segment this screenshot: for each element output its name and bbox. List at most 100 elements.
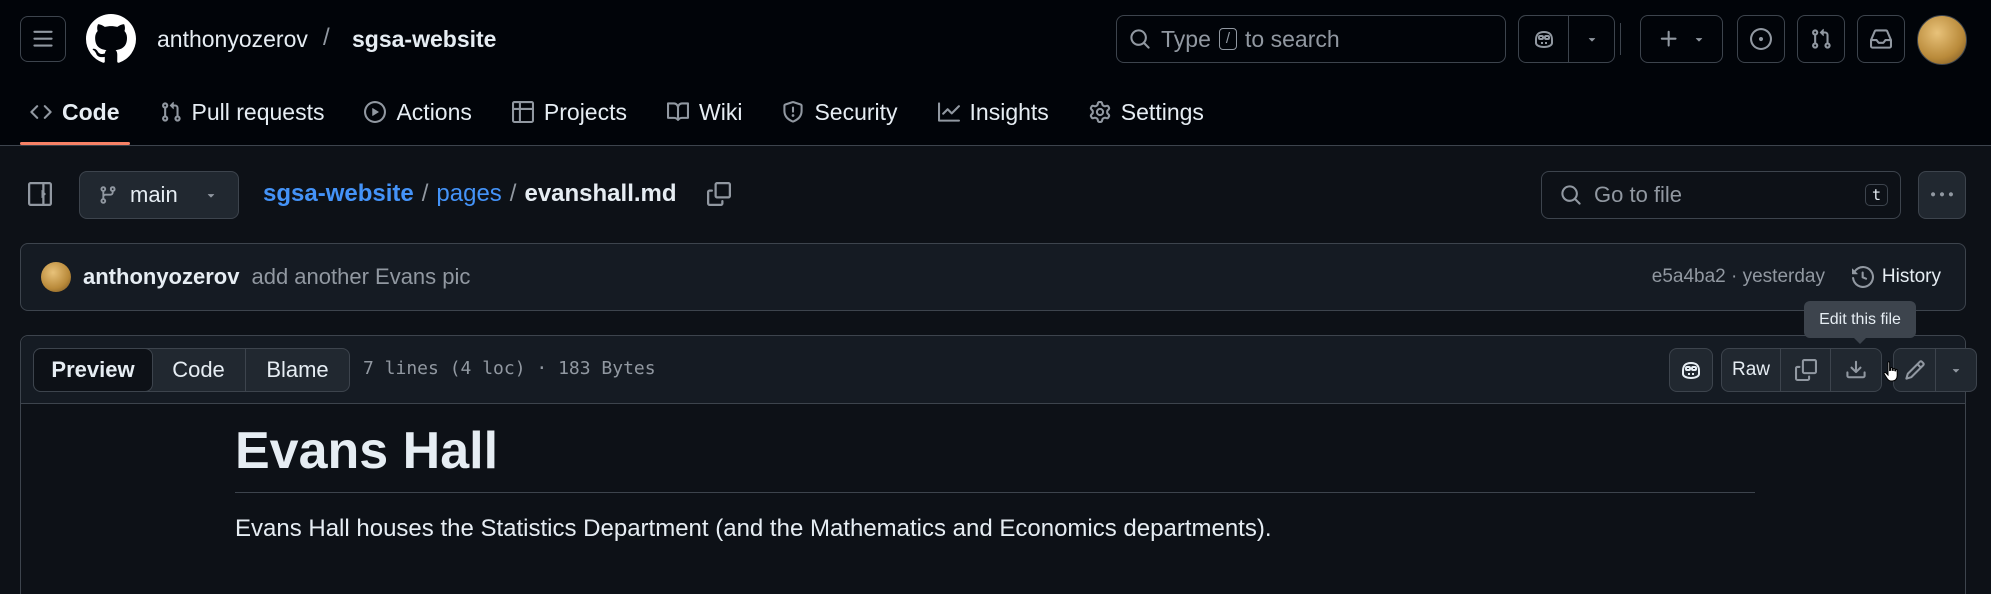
git-branch-icon <box>100 186 116 204</box>
user-avatar[interactable] <box>1917 15 1967 65</box>
blame-tab-button[interactable]: Blame <box>245 349 349 391</box>
branch-name: main <box>130 182 178 207</box>
copilot-icon <box>1534 30 1553 49</box>
tab-insights[interactable]: Insights <box>928 88 1059 136</box>
download-raw-button[interactable] <box>1831 349 1881 391</box>
path-repo-link[interactable]: sgsa-website <box>263 180 414 208</box>
download-icon <box>1846 360 1866 379</box>
path-separator: / <box>421 180 429 207</box>
commit-message-link[interactable]: add another Evans pic <box>251 264 470 290</box>
tab-settings[interactable]: Settings <box>1079 88 1214 136</box>
edit-file-tooltip: Edit this file <box>1804 301 1916 344</box>
git-pull-request-icon <box>161 101 181 122</box>
table-icon <box>511 101 534 123</box>
latest-commit-bar: anthonyozerov add another Evans pic e5a4… <box>20 243 1966 311</box>
go-to-file-input[interactable]: Go to file t <box>1541 171 1901 219</box>
copy-raw-button[interactable] <box>1781 349 1831 391</box>
markdown-paragraph: Evans Hall houses the Statistics Departm… <box>235 515 1272 542</box>
history-label: History <box>1881 266 1941 287</box>
tab-insights-label: Insights <box>969 98 1049 125</box>
preview-tab-button[interactable]: Preview <box>33 348 153 392</box>
path-separator: / <box>509 180 517 207</box>
file-view-panel: Preview Code Blame 7 lines (4 loc) · 183… <box>20 335 1977 594</box>
git-pull-request-icon <box>1812 28 1831 49</box>
tab-settings-label: Settings <box>1120 98 1204 125</box>
code-tab-button[interactable]: Code <box>152 349 245 391</box>
triangle-down-icon <box>1588 38 1595 42</box>
tab-actions[interactable]: Actions <box>354 88 481 136</box>
history-icon <box>1851 266 1874 288</box>
view-mode-segmented-control: Preview Code Blame <box>33 348 350 392</box>
search-suffix-text: to search <box>1245 25 1340 52</box>
global-search-input[interactable]: Type / to search <box>1116 15 1506 63</box>
copilot-dropdown-button[interactable] <box>1569 16 1614 62</box>
file-info-text: 7 lines (4 loc) · 183 Bytes <box>363 358 656 379</box>
path-dir-link[interactable]: pages <box>436 180 501 208</box>
tab-pull-requests[interactable]: Pull requests <box>150 88 335 136</box>
branch-selector-button[interactable]: main <box>79 171 239 219</box>
create-new-button[interactable] <box>1640 15 1723 63</box>
copy-icon <box>1794 359 1817 381</box>
play-icon <box>364 101 387 123</box>
triangle-down-icon <box>207 194 214 198</box>
tab-wiki[interactable]: Wiki <box>657 88 752 136</box>
tab-pull-requests-label: Pull requests <box>191 98 325 125</box>
search-prefix-text: Type <box>1161 25 1211 52</box>
sidebar-expand-icon <box>28 182 52 206</box>
triangle-down-icon <box>1952 369 1960 373</box>
inbox-icon <box>1870 29 1892 49</box>
edit-button-group <box>1893 348 1977 392</box>
go-to-file-placeholder: Go to file <box>1594 182 1683 207</box>
tab-projects-label: Projects <box>543 98 627 125</box>
go-to-file-shortcut-key: t <box>1864 184 1888 206</box>
commit-author-avatar[interactable] <box>41 262 71 292</box>
inbox-button[interactable] <box>1857 15 1905 63</box>
breadcrumb-owner-link[interactable]: anthonyozerov <box>157 26 308 53</box>
issues-button[interactable] <box>1737 15 1785 63</box>
hamburger-icon <box>33 30 53 47</box>
code-icon <box>30 105 52 119</box>
tab-code-label: Code <box>62 98 120 125</box>
copy-icon <box>707 182 731 206</box>
file-path-breadcrumb: sgsa-website / pages / evanshall.md <box>263 180 677 208</box>
raw-button[interactable]: Raw <box>1722 349 1781 391</box>
search-icon <box>1560 184 1582 206</box>
issue-opened-icon <box>1750 28 1772 50</box>
search-icon <box>1129 28 1151 50</box>
copilot-button-group <box>1518 15 1615 63</box>
pull-requests-button[interactable] <box>1797 15 1845 63</box>
global-header: anthonyozerov / sgsa-website Type / to s… <box>0 0 1991 146</box>
tab-security-label: Security <box>814 98 898 125</box>
tab-code[interactable]: Code <box>20 88 130 145</box>
hamburger-menu-button[interactable] <box>20 16 66 62</box>
gear-icon <box>1089 101 1110 123</box>
book-icon <box>667 102 689 121</box>
header-divider <box>1620 23 1621 55</box>
edit-options-dropdown-button[interactable] <box>1936 349 1976 391</box>
tab-security[interactable]: Security <box>772 88 907 136</box>
markdown-body: Evans Hall Evans Hall houses the Statist… <box>235 420 1755 543</box>
ask-copilot-button[interactable] <box>1669 348 1713 392</box>
repo-nav: Code Pull requests Actions Projects Wiki… <box>20 88 1234 145</box>
file-toolbar: Preview Code Blame 7 lines (4 loc) · 183… <box>21 336 1977 404</box>
pencil-icon <box>1904 360 1925 380</box>
github-logo-icon[interactable] <box>86 14 136 64</box>
graph-icon <box>937 102 960 122</box>
expand-file-tree-button[interactable] <box>28 182 52 206</box>
commit-hash-time[interactable]: e5a4ba2 · yesterday <box>1652 266 1825 288</box>
raw-copy-download-group: Raw <box>1721 348 1882 392</box>
breadcrumb-separator: / <box>323 24 330 51</box>
search-shortcut-key: / <box>1218 28 1238 50</box>
path-file-name: evanshall.md <box>524 180 677 207</box>
shield-icon <box>783 101 804 123</box>
triangle-down-icon <box>1695 38 1702 42</box>
kebab-horizontal-icon <box>1931 192 1953 197</box>
breadcrumb-repo-link[interactable]: sgsa-website <box>352 26 496 53</box>
mouse-pointer-hand-icon <box>1882 360 1902 384</box>
copilot-button[interactable] <box>1519 16 1569 62</box>
history-button[interactable]: History <box>1851 266 1941 288</box>
tab-projects[interactable]: Projects <box>502 88 637 136</box>
copy-path-button[interactable] <box>707 182 731 206</box>
more-options-button[interactable] <box>1918 171 1966 219</box>
commit-author-link[interactable]: anthonyozerov <box>83 264 239 290</box>
